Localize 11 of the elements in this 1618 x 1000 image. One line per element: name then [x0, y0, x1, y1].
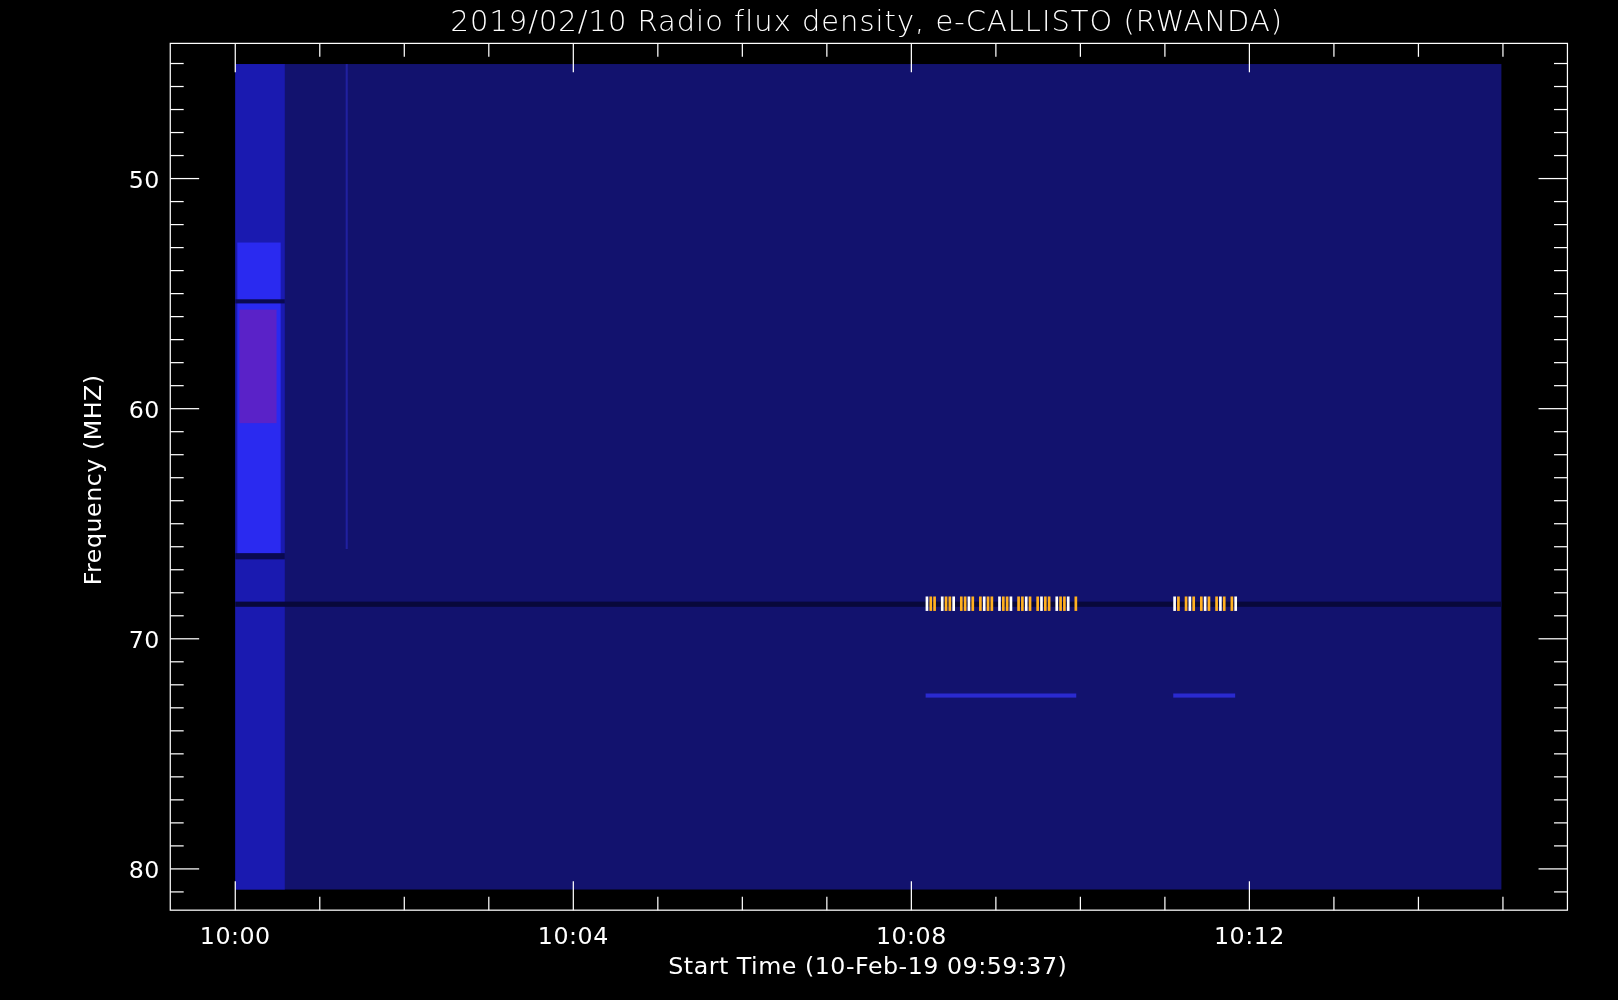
y-tick-label: 70 — [128, 626, 160, 655]
y-tick-label: 50 — [128, 165, 160, 194]
x-tick-label: 10:00 — [199, 922, 271, 951]
y-tick-label: 60 — [128, 395, 160, 424]
y-axis-label: Frequency (MHZ) — [79, 374, 108, 586]
x-tick-label: 10:12 — [1213, 922, 1285, 951]
x-tick-label: 10:08 — [875, 922, 947, 951]
y-tick-label: 80 — [128, 856, 160, 885]
x-tick-label: 10:04 — [537, 922, 609, 951]
chart-title: 2019/02/10 Radio flux density, e-CALLISTO (RWANDA) — [450, 4, 1283, 38]
x-axis-label: Start Time (10-Feb-19 09:59:37) — [668, 952, 1068, 981]
